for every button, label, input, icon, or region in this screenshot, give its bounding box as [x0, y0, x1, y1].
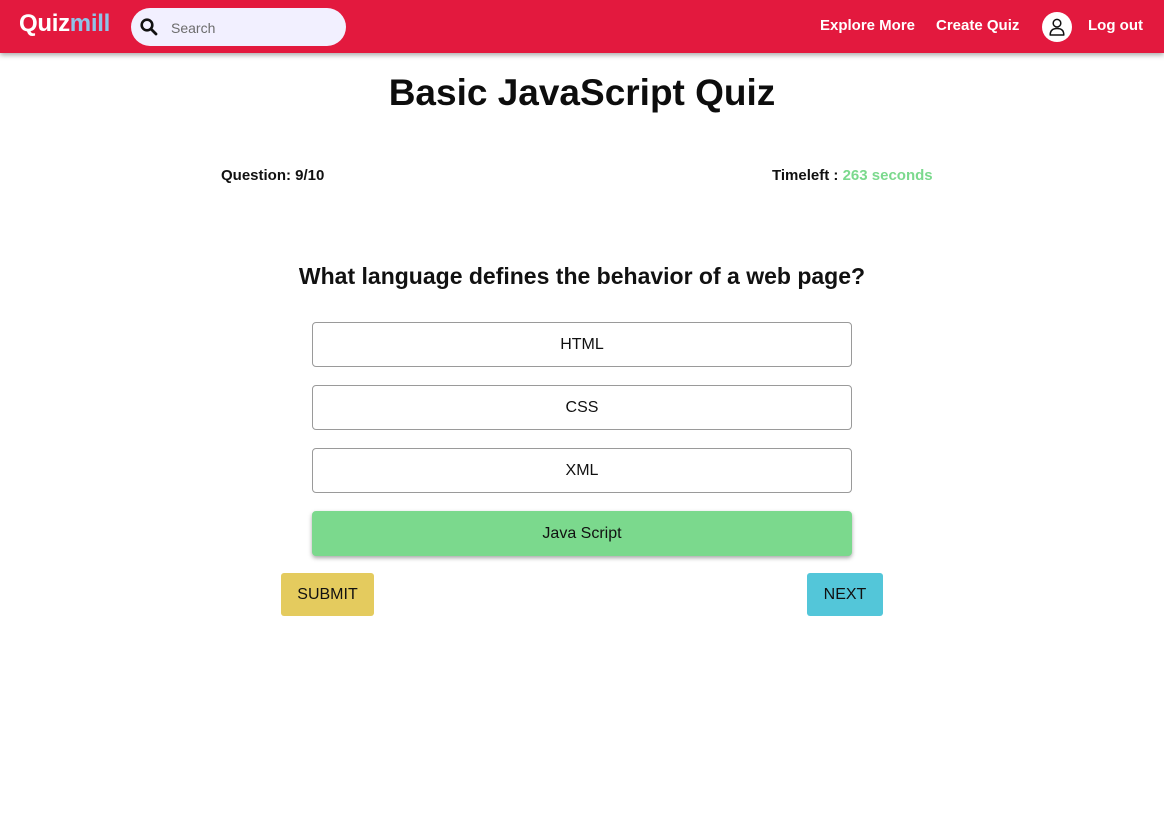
quiz-title: Basic JavaScript Quiz: [388, 72, 776, 113]
search-input[interactable]: [169, 16, 338, 40]
answer-option-css[interactable]: CSS: [312, 385, 852, 430]
brand-name-part1: Quiz: [19, 10, 70, 37]
search-box: [131, 8, 346, 46]
user-icon: [1049, 18, 1065, 36]
time-left-value: 263 seconds: [842, 167, 933, 184]
brand-logo[interactable]: Quizmill: [19, 10, 110, 38]
top-navbar: Quizmill Explore More Create Quiz Log ou…: [0, 0, 1164, 53]
time-left: Timeleft : 263 seconds: [772, 167, 933, 184]
create-quiz-link[interactable]: Create Quiz: [936, 17, 1019, 34]
question-counter: Question: 9/10: [221, 167, 325, 184]
question-text: What language defines the behavior of a …: [298, 263, 866, 289]
search-icon[interactable]: [140, 18, 158, 36]
logout-link[interactable]: Log out: [1088, 17, 1143, 34]
explore-more-link[interactable]: Explore More: [820, 17, 915, 34]
brand-name-part2: mill: [69, 10, 110, 37]
time-left-label: Timeleft :: [772, 167, 839, 184]
answer-option-xml[interactable]: XML: [312, 448, 852, 493]
answer-option-html[interactable]: HTML: [312, 322, 852, 367]
avatar[interactable]: [1042, 12, 1072, 42]
submit-button[interactable]: SUBMIT: [281, 573, 374, 616]
next-button[interactable]: NEXT: [807, 573, 883, 616]
answer-option-javascript[interactable]: Java Script: [312, 511, 852, 556]
